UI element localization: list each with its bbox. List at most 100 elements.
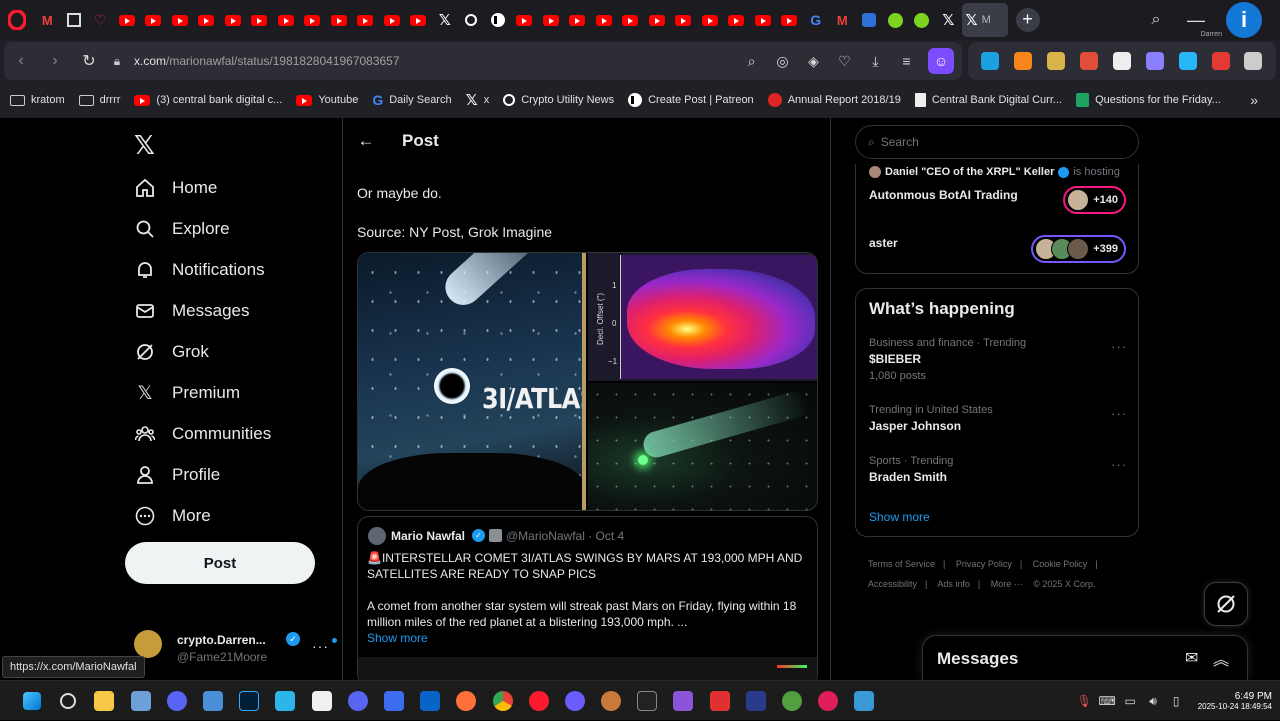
space-listeners-pill[interactable]: +140 [1063, 186, 1126, 214]
tab-youtube[interactable] [511, 3, 538, 37]
volume-icon[interactable]: 🔊︎ [1142, 694, 1165, 709]
download-icon[interactable]: ⤓ [860, 53, 891, 70]
bookmark-item[interactable]: Central Bank Digital Curr... [914, 93, 1062, 107]
tab-youtube[interactable] [750, 3, 777, 37]
show-more-link[interactable]: Show more [869, 510, 930, 524]
extension-icon[interactable] [1244, 52, 1263, 70]
reload-icon[interactable]: ↻ [72, 51, 106, 71]
search-input[interactable]: ⌕ Search [855, 125, 1139, 159]
taskbar-app[interactable] [521, 681, 557, 721]
extension-icon[interactable] [1145, 52, 1164, 70]
bookmark-item[interactable]: Youtube [296, 94, 358, 106]
tab-google[interactable]: G [803, 3, 830, 37]
tab-youtube[interactable] [220, 3, 247, 37]
nav-notifications[interactable]: Notifications [134, 254, 265, 286]
taskbar-app[interactable] [846, 681, 882, 721]
post-button[interactable]: Post [125, 542, 315, 584]
back-icon[interactable]: ‹ [4, 52, 38, 70]
profile-avatar[interactable]: i [1226, 2, 1262, 38]
tab-grid[interactable] [61, 3, 88, 37]
avatar[interactable] [368, 527, 386, 545]
nav-more[interactable]: More [134, 500, 211, 532]
easy-setup-icon[interactable]: ≡ [891, 53, 922, 69]
more-dots-icon[interactable]: ··· [312, 638, 329, 654]
microphone-icon[interactable]: 🎙︎ [1073, 694, 1096, 708]
taskbar-app[interactable] [810, 681, 846, 721]
taskbar-app[interactable] [159, 681, 195, 721]
footer-link[interactable]: Ads info [937, 579, 970, 589]
comet-illustration-image[interactable]: 3I/ATLAS [358, 253, 597, 510]
footer-link[interactable]: Terms of Service [868, 559, 935, 569]
taskbar-app[interactable] [412, 681, 448, 721]
minimize-icon[interactable]: — [1176, 10, 1216, 31]
comet-photo-image[interactable] [588, 383, 817, 510]
start-button[interactable] [14, 681, 50, 721]
nav-communities[interactable]: Communities [134, 418, 271, 450]
more-dots-icon[interactable]: ··· [1111, 339, 1127, 354]
network-icon[interactable]: ▭ [1119, 694, 1142, 708]
bookmark-item[interactable]: drrrr [78, 94, 120, 106]
nav-messages[interactable]: Messages [134, 295, 249, 327]
tab-youtube[interactable] [114, 3, 141, 37]
tab-green[interactable] [909, 3, 936, 37]
tab-youtube[interactable] [776, 3, 803, 37]
back-arrow-icon[interactable]: ← [343, 131, 389, 151]
bookmark-item[interactable]: Create Post | Patreon [628, 93, 754, 107]
bookmark-item[interactable]: Crypto Utility News [503, 94, 614, 106]
tab-youtube[interactable] [299, 3, 326, 37]
tab-youtube[interactable] [379, 3, 406, 37]
tab-gmail-like[interactable]: M [34, 3, 61, 37]
tab-app[interactable] [856, 3, 883, 37]
extension-icon[interactable] [1080, 52, 1099, 70]
forward-icon[interactable]: › [38, 52, 72, 70]
taskbar-search[interactable] [50, 681, 86, 721]
tab-circle[interactable] [458, 3, 485, 37]
tab-green[interactable] [882, 3, 909, 37]
taskbar-app[interactable] [123, 681, 159, 721]
tab-youtube[interactable] [644, 3, 671, 37]
tab-patreon[interactable] [485, 3, 512, 37]
extension-icon[interactable] [981, 52, 1000, 70]
tweet-media-grid[interactable]: 3I/ATLAS Decl. Offset (") 1 0 −1 [357, 252, 818, 511]
taskbar-app[interactable] [593, 681, 629, 721]
tab-youtube[interactable] [140, 3, 167, 37]
new-message-icon[interactable]: ✉ [1185, 648, 1198, 668]
nav-grok[interactable]: Grok [134, 336, 209, 368]
quoted-media-preview[interactable] [358, 657, 817, 680]
footer-link[interactable]: Cookie Policy [1033, 559, 1088, 569]
extension-icon[interactable] [1178, 52, 1197, 70]
account-icon[interactable]: ☺ [928, 48, 954, 74]
footer-link[interactable]: More ··· [991, 579, 1023, 589]
taskbar-app[interactable] [376, 681, 412, 721]
new-tab-button[interactable]: + [1015, 8, 1040, 32]
x-logo-icon[interactable]: 𝕏 [134, 130, 155, 161]
lock-icon[interactable]: 🔒︎ [106, 54, 128, 69]
heart-outline-icon[interactable]: ♡ [829, 53, 860, 70]
bookmark-item[interactable]: (3) central bank digital c... [134, 94, 282, 106]
lens-search-icon[interactable]: ⌕ [736, 53, 767, 70]
taskbar-app[interactable] [629, 681, 665, 721]
nav-premium[interactable]: 𝕏 Premium [134, 377, 240, 409]
quoted-author-name[interactable]: Mario Nawfal [391, 529, 465, 543]
quoted-author-handle[interactable]: @MarioNawfal · Oct 4 [506, 529, 624, 543]
camera-icon[interactable]: ◎ [767, 53, 798, 70]
chevron-right-double-icon[interactable]: » [1250, 92, 1258, 108]
shield-icon[interactable]: ◈ [798, 53, 829, 70]
nav-home[interactable]: Home [134, 172, 217, 204]
bookmark-item[interactable]: Questions for the Friday... [1076, 93, 1221, 107]
taskbar-app[interactable] [340, 681, 376, 721]
more-dots-icon[interactable]: ··· [1111, 457, 1127, 472]
nav-explore[interactable]: Explore [134, 213, 230, 245]
address-bar[interactable]: ‹ › ↻ 🔒︎ x.com/marionawfal/status/198182… [4, 42, 962, 80]
tab-youtube[interactable] [352, 3, 379, 37]
trend-item[interactable]: Business and finance · Trending $BIEBER … [869, 337, 1127, 382]
tab-youtube[interactable] [167, 3, 194, 37]
footer-link[interactable]: Privacy Policy [956, 559, 1012, 569]
taskbar-app[interactable] [86, 681, 122, 721]
extension-icon[interactable] [1211, 52, 1230, 70]
tab-youtube[interactable] [193, 3, 220, 37]
tab-youtube[interactable] [617, 3, 644, 37]
tab-youtube[interactable] [405, 3, 432, 37]
tab-x-active[interactable]: 𝕏M [961, 3, 1008, 37]
keyboard-icon[interactable]: ⌨ [1096, 694, 1119, 708]
